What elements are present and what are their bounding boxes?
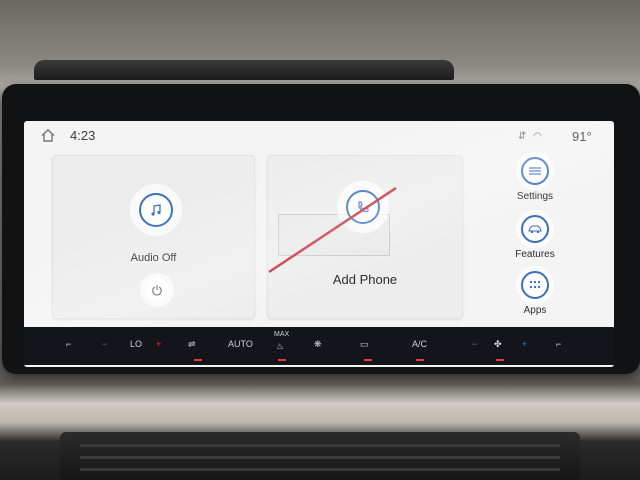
power-button[interactable] (145, 278, 169, 302)
ac-button[interactable]: A/C (412, 339, 427, 349)
recirculation-icon[interactable]: ⇌ (188, 339, 196, 350)
apps-label: Apps (523, 305, 547, 316)
red-slash-mark (268, 186, 397, 274)
fan-down-button[interactable]: − (472, 339, 477, 349)
clock: 4:23 (70, 128, 96, 143)
music-note-icon (151, 204, 161, 216)
fan-icon: ✤ (494, 339, 502, 349)
driver-temp-down-button[interactable]: − (102, 339, 107, 349)
rear-defrost-indicator (364, 359, 372, 361)
audio-label: Audio Off (130, 252, 177, 264)
phone-card[interactable]: Add Phone (267, 155, 463, 319)
sidebar-item-apps[interactable]: Apps (483, 271, 587, 316)
max-defrost-label: MAX (274, 331, 290, 338)
settings-label: Settings (516, 191, 554, 202)
connectivity-icons: ⇵ ◠ (518, 131, 544, 142)
max-defrost-indicator (278, 359, 286, 361)
dashboard-vent (34, 60, 454, 80)
passenger-seat-heat-icon[interactable]: ⌐ (556, 339, 561, 349)
driver-temp-readout: LO (130, 339, 143, 349)
fan-indicator (496, 359, 504, 361)
climate-control-bar: ⌐ − LO + ⇌ AUTO MAX ♨ ❋ ▭ A/C − ✤ + ⌐ (24, 327, 614, 365)
home-icon[interactable] (41, 129, 55, 142)
max-defrost-icon[interactable]: ♨ (276, 341, 284, 352)
ac-indicator (416, 359, 424, 361)
sidebar-item-settings[interactable]: Settings (483, 157, 587, 202)
sidebar-item-features[interactable]: Features (483, 215, 587, 260)
audio-button[interactable] (139, 193, 173, 227)
auto-climate-button[interactable]: AUTO (228, 339, 253, 349)
audio-card[interactable]: Audio Off (52, 155, 255, 319)
lower-air-vent (60, 432, 580, 480)
driver-seat-heat-icon[interactable]: ⌐ (66, 339, 71, 349)
outside-temperature: 91° (572, 129, 592, 144)
grid-icon (521, 271, 549, 299)
settings-sliders-icon (521, 157, 549, 185)
fan-up-button[interactable]: + (522, 339, 527, 349)
status-bar: 4:23 ⇵ ◠ 91° (24, 121, 614, 149)
power-icon (152, 285, 162, 296)
fan-off-icon[interactable]: ❋ (314, 339, 322, 350)
car-icon (521, 215, 549, 243)
recirc-indicator (194, 359, 202, 361)
rear-defrost-icon[interactable]: ▭ (360, 339, 369, 350)
features-label: Features (515, 249, 555, 260)
driver-temp-up-button[interactable]: + (156, 339, 161, 349)
